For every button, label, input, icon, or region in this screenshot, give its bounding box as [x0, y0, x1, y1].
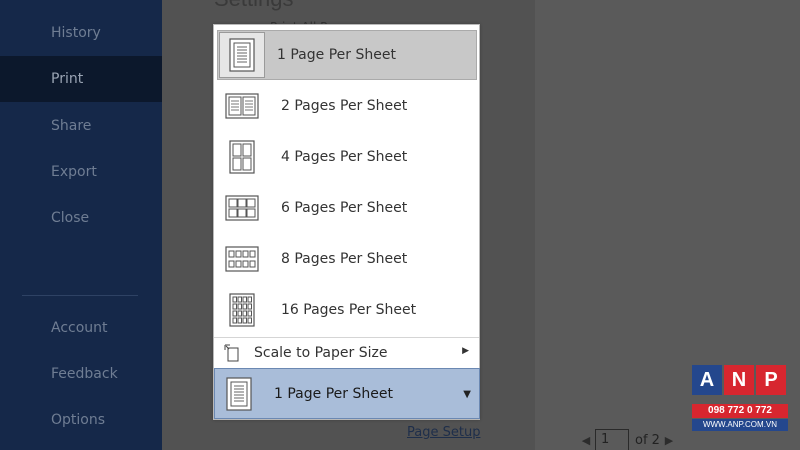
triangle-right-icon[interactable]: ▶ — [660, 434, 678, 447]
combo-value: 1 Page Per Sheet — [274, 385, 393, 402]
page-setup-link[interactable]: Page Setup — [407, 425, 480, 440]
option-2-pages-per-sheet[interactable]: 2 Pages Per Sheet — [217, 81, 477, 131]
option-label: 2 Pages Per Sheet — [281, 98, 408, 114]
option-label: 1 Page Per Sheet — [277, 47, 396, 63]
logo-letter: N — [724, 365, 754, 395]
current-page-input[interactable]: 1 — [595, 429, 629, 450]
nav-divider — [22, 295, 138, 296]
nav-share[interactable]: Share — [0, 103, 162, 149]
option-label: 4 Pages Per Sheet — [281, 149, 408, 165]
chevron-down-icon[interactable]: ▼ — [463, 389, 471, 400]
chevron-right-icon: ▶ — [462, 346, 469, 356]
option-label: 6 Pages Per Sheet — [281, 200, 408, 216]
logo-phone: 098 772 0 772 — [692, 404, 788, 418]
anp-watermark-logo: A N P 098 772 0 772 WWW.ANP.COM.VN — [692, 365, 788, 431]
backstage-sidebar: History Print Share Export Close Account… — [0, 0, 162, 450]
nav-options[interactable]: Options — [0, 397, 162, 443]
preview-pager: ◀ 1 of 2 ▶ — [577, 429, 678, 450]
pages-per-sheet-dropdown: 1 Page Per Sheet 2 Pages Per Sheet 4 Pag… — [213, 24, 480, 420]
scale-paper-icon — [224, 344, 240, 362]
triangle-left-icon[interactable]: ◀ — [577, 434, 595, 447]
option-6-pages-per-sheet[interactable]: 6 Pages Per Sheet — [217, 183, 477, 233]
option-1-page-per-sheet[interactable]: 1 Page Per Sheet — [217, 30, 477, 80]
option-16-pages-per-sheet[interactable]: 16 Pages Per Sheet — [217, 285, 477, 335]
logo-letter: A — [692, 365, 722, 395]
nav-export[interactable]: Export — [0, 149, 162, 195]
one-page-icon — [219, 32, 265, 78]
two-pages-icon — [223, 87, 261, 125]
page-count-label: of 2 — [635, 432, 660, 448]
nav-close[interactable]: Close — [0, 195, 162, 241]
six-pages-icon — [223, 189, 261, 227]
option-label: 8 Pages Per Sheet — [281, 251, 408, 267]
eight-pages-icon — [223, 240, 261, 278]
scale-to-paper-size-label: Scale to Paper Size — [254, 345, 388, 361]
nav-feedback[interactable]: Feedback — [0, 351, 162, 397]
pages-per-sheet-combo[interactable]: 1 Page Per Sheet ▼ — [214, 368, 480, 419]
nav-account[interactable]: Account — [0, 305, 162, 351]
nav-history[interactable]: History — [0, 10, 162, 56]
option-8-pages-per-sheet[interactable]: 8 Pages Per Sheet — [217, 234, 477, 284]
option-label: 16 Pages Per Sheet — [281, 302, 417, 318]
logo-letter: P — [756, 365, 786, 395]
four-pages-icon — [223, 138, 261, 176]
scale-to-paper-size-item[interactable]: Scale to Paper Size ▶ — [214, 338, 479, 368]
option-4-pages-per-sheet[interactable]: 4 Pages Per Sheet — [217, 132, 477, 182]
one-page-icon — [224, 375, 254, 413]
settings-heading: Settings — [214, 0, 294, 12]
nav-print[interactable]: Print — [0, 56, 162, 102]
logo-website: WWW.ANP.COM.VN — [692, 419, 788, 431]
logo-tagline — [692, 396, 788, 403]
sixteen-pages-icon — [223, 291, 261, 329]
